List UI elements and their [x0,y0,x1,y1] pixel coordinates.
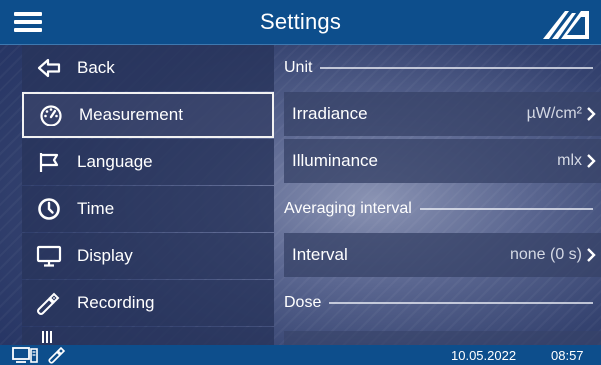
row-value: mlx [557,152,582,169]
clock-icon [34,194,64,224]
row-label: Interval [292,245,348,264]
menu-item-display[interactable]: Display [22,233,274,279]
section-title: Averaging interval [284,200,412,217]
monitor-icon [34,241,64,271]
menu-item-label: Measurement [79,105,183,124]
chevron-right-icon [587,154,596,168]
row-value: µW/cm² [526,105,582,122]
page-title: Settings [259,9,342,34]
row-illuminance[interactable]: Illuminance mlx [284,139,601,183]
row-label: Irradiance [292,104,368,123]
bars-icon [34,331,64,343]
section-divider [320,67,593,69]
menu-item-time[interactable]: Time [22,186,274,232]
row-partial[interactable] [284,331,601,345]
usb-stick-icon [48,346,66,364]
gauge-icon [36,100,66,130]
menu-item-back[interactable]: Back [22,45,274,91]
section-divider [419,208,593,210]
usb-stick-icon [34,288,64,318]
header-bar: Settings [0,0,601,45]
menu-item-label: Back [77,58,115,77]
settings-screen: Settings Back Measurement Language Time … [0,0,601,365]
section-dose: Dose [278,280,601,326]
pc-connection-icon [12,347,38,363]
menu-item-partial[interactable] [22,327,274,345]
chevron-right-icon [587,248,596,262]
status-bar: 10.05.2022 08:57 [0,345,601,365]
menu-item-label: Display [77,246,133,265]
menu-item-label: Time [77,199,115,218]
row-value: none (0 s) [509,246,582,263]
back-arrow-icon [34,53,64,83]
settings-panel: Unit Irradiance µW/cm² Illuminance mlx A… [278,45,601,345]
chevron-right-icon [587,107,596,121]
section-unit: Unit [278,45,601,91]
row-irradiance[interactable]: Irradiance µW/cm² [284,92,601,136]
row-interval[interactable]: Interval none (0 s) [284,233,601,277]
menu-item-recording[interactable]: Recording [22,280,274,326]
status-date: 10.05.2022 [451,348,517,363]
menu-item-measurement[interactable]: Measurement [22,92,274,138]
section-title: Dose [284,294,322,311]
settings-menu: Back Measurement Language Time Display R… [22,45,274,345]
flag-icon [34,147,64,177]
company-logo-icon [543,11,589,39]
section-title: Unit [284,59,313,76]
section-averaging-interval: Averaging interval [278,186,601,232]
section-divider [329,302,593,304]
menu-item-language[interactable]: Language [22,139,274,185]
menu-item-label: Recording [77,293,155,312]
row-label: Illuminance [292,151,378,170]
menu-item-label: Language [77,152,153,171]
status-time: 08:57 [551,348,584,363]
